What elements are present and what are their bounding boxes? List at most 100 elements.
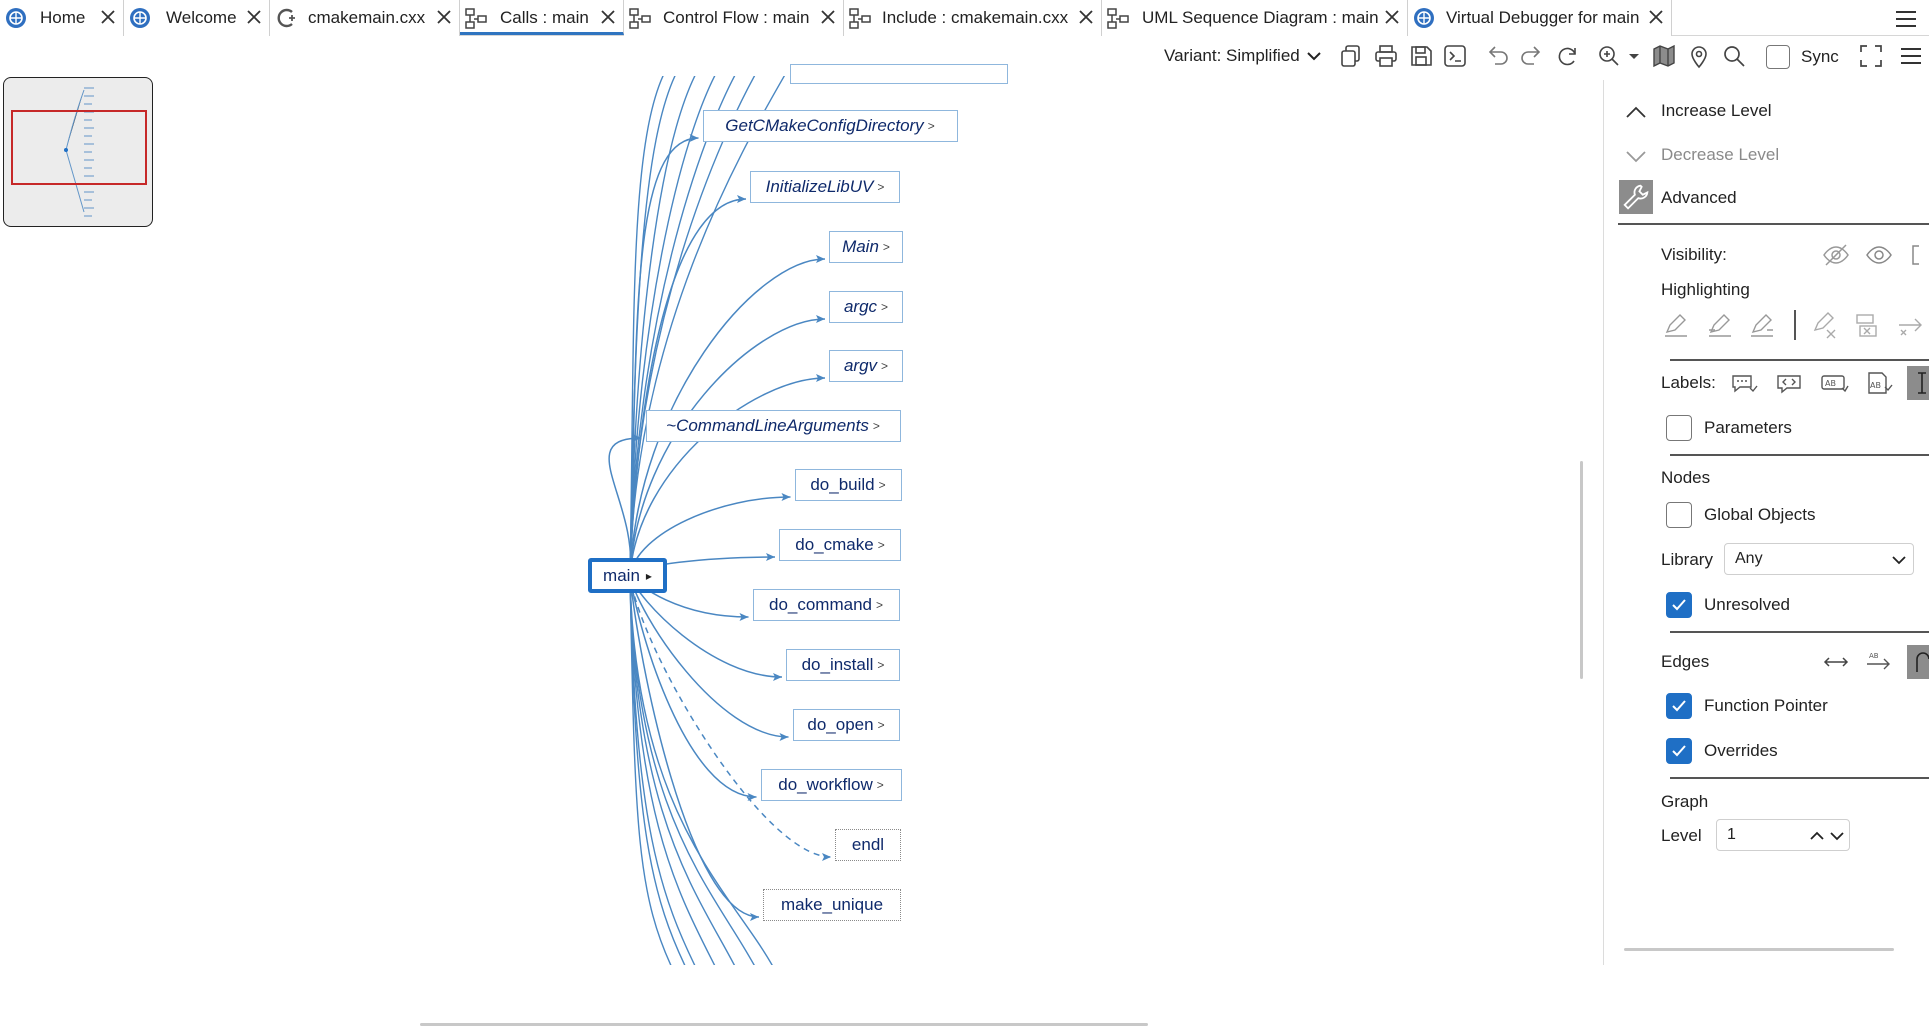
undo-button[interactable] bbox=[1483, 42, 1511, 70]
close-icon[interactable] bbox=[1382, 7, 1402, 27]
hide-icon[interactable] bbox=[1821, 240, 1851, 270]
library-select[interactable]: Any bbox=[1724, 543, 1914, 575]
expand-icon[interactable]: > bbox=[876, 598, 883, 612]
advanced-toggle[interactable]: Advanced bbox=[1661, 188, 1737, 208]
tab-control-flow-main[interactable]: Control Flow : main bbox=[624, 0, 844, 36]
call-edge[interactable] bbox=[629, 574, 778, 965]
expand-icon[interactable]: > bbox=[873, 419, 880, 433]
graph-node-initializelibuv[interactable]: InitializeLibUV > bbox=[750, 171, 900, 203]
expand-icon[interactable]: > bbox=[928, 119, 935, 133]
highlight-callees-icon[interactable] bbox=[1747, 310, 1777, 340]
comment-label-icon[interactable] bbox=[1729, 368, 1759, 398]
zoom-dropdown-button[interactable] bbox=[1626, 42, 1642, 70]
close-icon[interactable] bbox=[244, 7, 264, 27]
code-label-icon[interactable] bbox=[1774, 368, 1804, 398]
graph-node-main[interactable]: Main > bbox=[829, 231, 903, 263]
call-edge[interactable] bbox=[629, 574, 757, 798]
graph-node-do-command[interactable]: do_command > bbox=[752, 589, 900, 621]
call-graph-canvas[interactable]: GetCMakeConfigDirectory > InitializeLibUV >… bbox=[0, 64, 1600, 1026]
clear-edge-highlight-icon[interactable] bbox=[1895, 310, 1929, 340]
expand-icon[interactable]: > bbox=[877, 180, 884, 194]
minimap[interactable] bbox=[3, 77, 153, 227]
locate-button[interactable] bbox=[1685, 42, 1713, 70]
tab-cmakemain-cxx[interactable]: cmakemain.cxx bbox=[270, 0, 460, 36]
fullscreen-button[interactable] bbox=[1857, 42, 1885, 70]
expand-icon[interactable]: > bbox=[877, 658, 884, 672]
save-button[interactable] bbox=[1407, 42, 1435, 70]
call-edge[interactable] bbox=[629, 574, 700, 965]
clear-box-icon[interactable] bbox=[1852, 310, 1882, 340]
tab-welcome[interactable]: Welcome bbox=[124, 0, 270, 36]
sync-checkbox[interactable] bbox=[1766, 45, 1790, 69]
expand-icon[interactable]: > bbox=[877, 778, 884, 792]
expand-icon[interactable]: > bbox=[879, 478, 886, 492]
tab-include-cmakemain-cxx[interactable]: Include : cmakemain.cxx bbox=[844, 0, 1102, 36]
graph-node-make-unique[interactable]: make_unique bbox=[763, 889, 901, 921]
graph-node-do-open[interactable]: do_open > bbox=[792, 709, 900, 741]
panel-horizontal-scrollbar[interactable] bbox=[1624, 948, 1894, 951]
unresolved-checkbox[interactable] bbox=[1666, 592, 1692, 618]
minimap-viewport[interactable] bbox=[11, 110, 147, 185]
graph-node-do-build[interactable]: do_build > bbox=[794, 469, 902, 501]
copy-button[interactable] bbox=[1337, 42, 1365, 70]
main-menu-button[interactable] bbox=[1897, 42, 1925, 70]
close-icon[interactable] bbox=[434, 7, 454, 27]
call-edge[interactable] bbox=[629, 198, 747, 576]
bidirectional-arrow-icon[interactable] bbox=[1821, 647, 1851, 677]
level-stepper[interactable]: 1 bbox=[1716, 819, 1850, 851]
chevron-down-icon[interactable] bbox=[1829, 828, 1845, 844]
global-objects-checkbox[interactable] bbox=[1666, 502, 1692, 528]
tab-virtual-debugger[interactable]: Virtual Debugger for main bbox=[1408, 0, 1672, 36]
expand-icon[interactable]: > bbox=[878, 538, 885, 552]
graph-node-offscreen[interactable] bbox=[790, 64, 1008, 84]
expand-icon[interactable]: ▸ bbox=[646, 569, 652, 583]
terminal-button[interactable] bbox=[1441, 42, 1469, 70]
wrench-icon[interactable] bbox=[1619, 180, 1653, 214]
variant-dropdown[interactable]: Variant: Simplified bbox=[1164, 46, 1322, 66]
clear-highlight-icon[interactable] bbox=[1809, 310, 1839, 340]
text-label-icon[interactable]: AB bbox=[1819, 368, 1849, 398]
graph-node-do-cmake[interactable]: do_cmake > bbox=[779, 529, 901, 561]
bracket-icon[interactable] bbox=[1907, 240, 1929, 270]
highlight-callers-icon[interactable] bbox=[1705, 310, 1735, 340]
vertical-scrollbar[interactable] bbox=[1580, 461, 1583, 679]
tab-calls-main[interactable]: Calls : main bbox=[460, 0, 624, 35]
expand-icon[interactable]: > bbox=[881, 300, 888, 314]
edge-style-icon[interactable] bbox=[1907, 645, 1929, 679]
call-edge[interactable] bbox=[629, 574, 760, 965]
expand-icon[interactable]: > bbox=[883, 240, 890, 254]
expand-icon[interactable]: > bbox=[878, 718, 885, 732]
parameters-checkbox[interactable] bbox=[1666, 415, 1692, 441]
graph-node-main[interactable]: main ▸ bbox=[588, 558, 667, 593]
document-label-icon[interactable]: AB bbox=[1864, 368, 1894, 398]
graph-node-commandlinearguments[interactable]: ~CommandLineArguments > bbox=[645, 410, 901, 442]
tab-home[interactable]: Home bbox=[0, 0, 124, 36]
map-button[interactable] bbox=[1650, 42, 1678, 70]
close-icon[interactable] bbox=[1076, 7, 1096, 27]
close-icon[interactable] bbox=[818, 7, 838, 27]
tab-uml-sequence-diagram[interactable]: UML Sequence Diagram : main bbox=[1102, 0, 1408, 36]
highlight-pen-icon[interactable] bbox=[1661, 310, 1691, 340]
graph-node-do-install[interactable]: do_install > bbox=[786, 649, 900, 681]
close-icon[interactable] bbox=[98, 7, 118, 27]
redo-button[interactable] bbox=[1518, 42, 1546, 70]
refresh-button[interactable] bbox=[1553, 42, 1581, 70]
close-icon[interactable] bbox=[598, 7, 618, 27]
chevron-up-icon[interactable] bbox=[1809, 828, 1825, 844]
print-button[interactable] bbox=[1372, 42, 1400, 70]
decrease-level-button[interactable]: Decrease Level bbox=[1661, 145, 1779, 165]
graph-node-getcmakeconfigdirectory[interactable]: GetCMakeConfigDirectory > bbox=[702, 110, 958, 142]
search-button[interactable] bbox=[1720, 42, 1748, 70]
graph-node-endl[interactable]: endl bbox=[835, 829, 901, 861]
graph-node-do-workflow[interactable]: do_workflow > bbox=[760, 769, 902, 801]
graph-node-argc[interactable]: argc > bbox=[829, 291, 903, 323]
close-icon[interactable] bbox=[1646, 7, 1666, 27]
show-icon[interactable] bbox=[1864, 240, 1894, 270]
zoom-in-button[interactable] bbox=[1595, 42, 1623, 70]
graph-node-argv[interactable]: argv > bbox=[829, 350, 903, 382]
overrides-checkbox[interactable] bbox=[1666, 738, 1692, 764]
text-cursor-icon[interactable] bbox=[1907, 366, 1929, 400]
increase-level-button[interactable]: Increase Level bbox=[1661, 101, 1772, 121]
function-pointer-checkbox[interactable] bbox=[1666, 693, 1692, 719]
edge-label-icon[interactable]: AB bbox=[1864, 647, 1894, 677]
